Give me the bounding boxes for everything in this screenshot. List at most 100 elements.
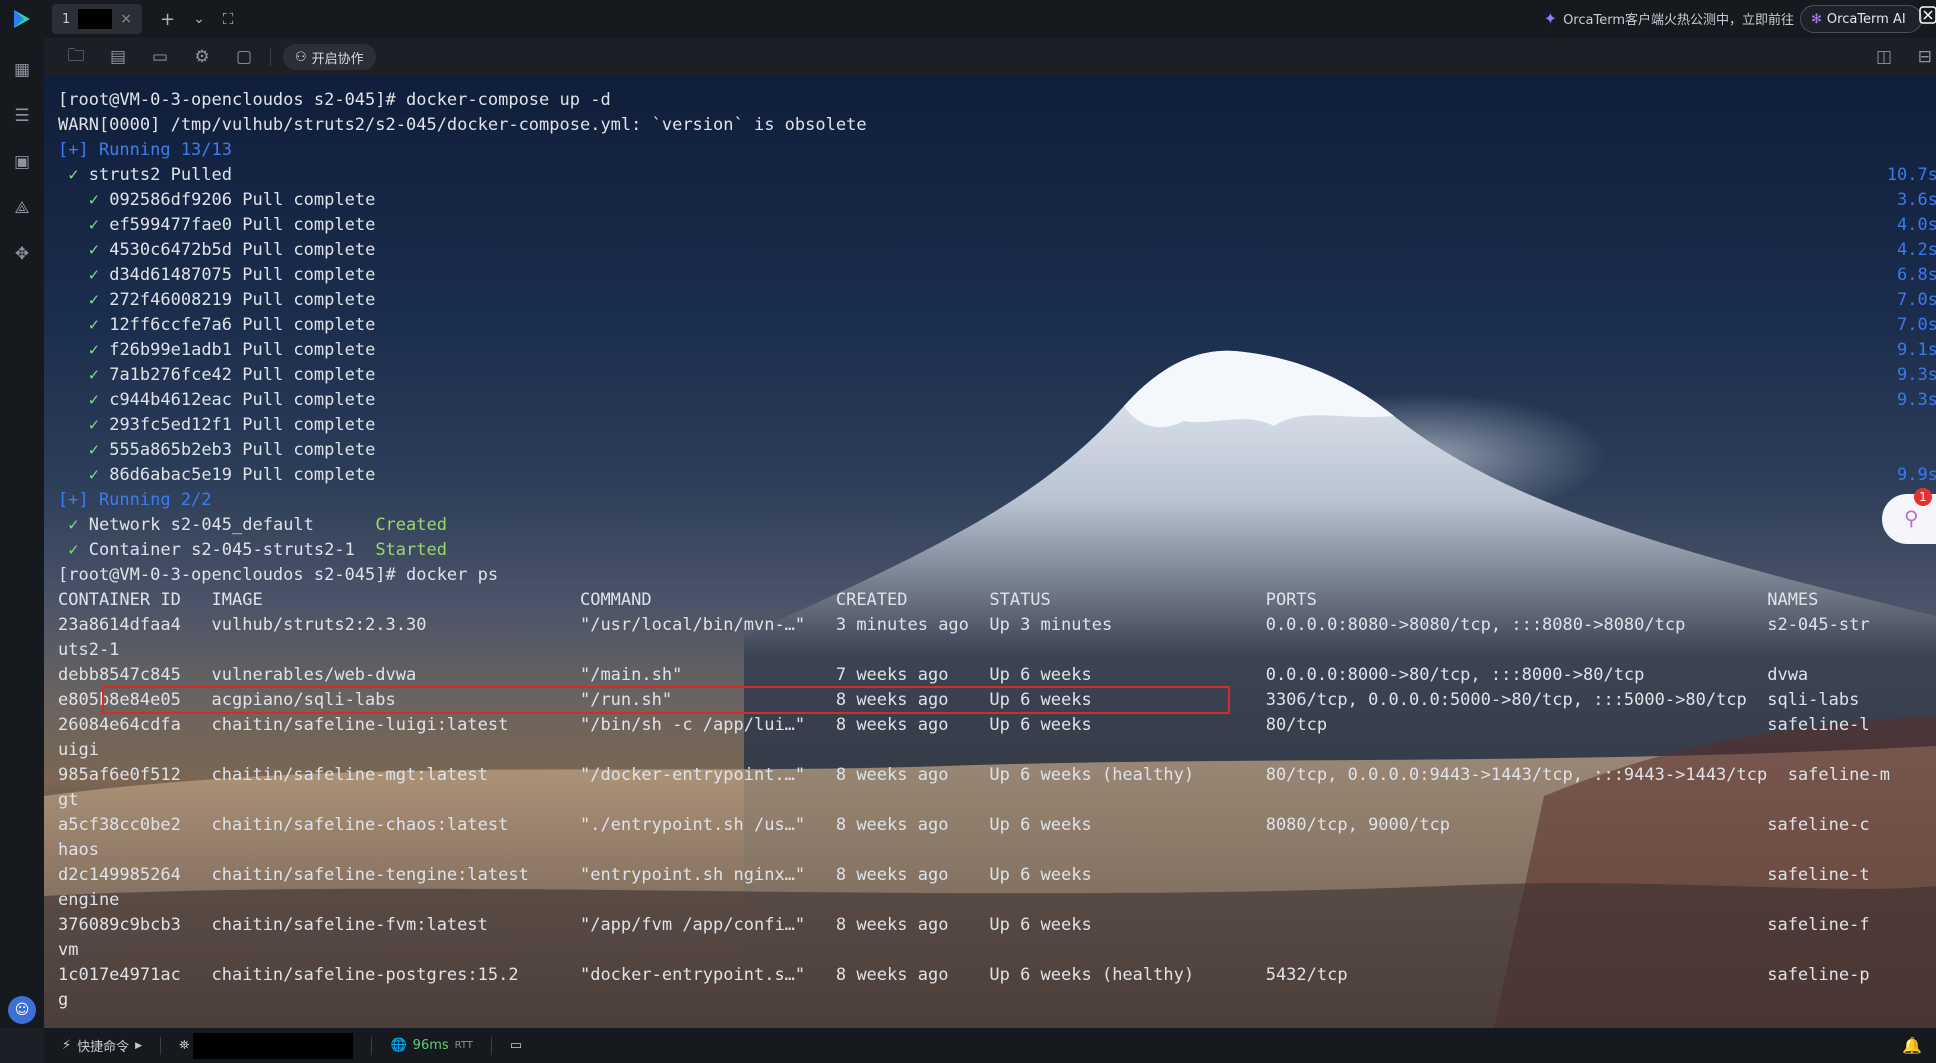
terminal-line-text: a5cf38cc0be2 chaitin/safeline-chaos:late… <box>58 815 1870 835</box>
bell-icon[interactable]: 🔔 <box>1902 1036 1922 1055</box>
elapsed-time: 7.0s <box>1897 290 1936 310</box>
terminal-line: ✓ c944b4612eac Pull complete 9.3s <box>58 388 1936 413</box>
screenshot-close-icon[interactable] <box>1918 5 1936 25</box>
chevron-down-icon[interactable]: ⌄ <box>193 11 205 27</box>
terminal-line: 376089c9bcb3 chaitin/safeline-fvm:latest… <box>58 913 1936 938</box>
terminal-line: uts2-1 <box>58 638 1936 663</box>
terminal-line-text: ✓ 555a865b2eb3 Pull complete <box>88 440 376 460</box>
terminal-line-text: ✓ 4530c6472b5d Pull complete <box>88 240 376 260</box>
terminal-line: engine <box>58 888 1936 913</box>
terminal-line-text: ✓ ef599477fae0 Pull complete <box>88 215 376 235</box>
session-tab[interactable]: 1 × <box>52 4 142 34</box>
terminal-line: ✓ 555a865b2eb3 Pull complete <box>58 438 1936 463</box>
network-icon[interactable]: ⟁ <box>11 198 33 220</box>
split-horizontal-icon[interactable]: ⊟ <box>1918 47 1932 67</box>
monitor-icon[interactable]: ▣ <box>11 152 33 174</box>
title-bar: 1 × + ⌄ ⛶ ✦ OrcaTerm客户端火热公测中，立即前往 ✻ Orca… <box>0 0 1936 38</box>
terminal-line: g <box>58 988 1936 1013</box>
latency-value: 96ms <box>412 1038 449 1053</box>
toolbar-divider <box>270 48 271 66</box>
tab-number: 1 <box>62 11 71 27</box>
tab-close-icon[interactable]: × <box>120 11 132 27</box>
promo-text: OrcaTerm客户端火热公测中，立即前往 <box>1563 13 1794 28</box>
terminal-line: ✓ Network s2-045_default Created0.1s <box>58 513 1936 538</box>
terminal-line: gt <box>58 788 1936 813</box>
ai-sparkle-icon: ✻ <box>1811 11 1822 27</box>
file-manager-icon[interactable]: ☰ <box>11 106 33 128</box>
terminal-line: debb8547c845 vulnerables/web-dvwa "/main… <box>58 663 1936 688</box>
elapsed-time: 3.6s <box>1897 190 1936 210</box>
terminal-pane[interactable]: [root@VM-0-3-opencloudos s2-045]# docker… <box>44 76 1936 1028</box>
terminal-line-text: [root@VM-0-3-opencloudos s2-045]# docker… <box>58 90 611 110</box>
terminal-line: vm <box>58 938 1936 963</box>
terminal-line: 1c017e4971ac chaitin/safeline-postgres:1… <box>58 963 1936 988</box>
terminal-line: [+] Running 13/13 <box>58 138 1936 163</box>
check-icon: ✓ <box>68 515 79 535</box>
terminal-line: [root@VM-0-3-opencloudos s2-045]# docker… <box>58 563 1936 588</box>
terminal-line: ✓ struts2 Pulled 10.7s <box>58 163 1936 188</box>
check-icon: ✓ <box>88 340 99 360</box>
globe-icon: 🌐 <box>390 1038 407 1053</box>
screen-icon[interactable]: ▭ <box>510 1038 522 1053</box>
terminal-line-text: [+] Running 13/13 <box>58 140 232 160</box>
elapsed-time: 9.9s <box>1897 465 1936 485</box>
elapsed-time: 9.3s <box>1897 390 1936 410</box>
lightning-icon: ⚡ <box>62 1038 72 1053</box>
split-vertical-icon[interactable]: ◫ <box>1876 47 1892 67</box>
quick-commands-button[interactable]: ⚡ 快捷命令 ▶ <box>62 1036 142 1055</box>
settings-cog-icon[interactable]: ⚙ <box>192 47 212 67</box>
terminal-line: a5cf38cc0be2 chaitin/safeline-chaos:late… <box>58 813 1936 838</box>
fullscreen-icon[interactable]: ⛶ <box>223 10 234 28</box>
terminal-line: [root@VM-0-3-opencloudos s2-045]# docker… <box>58 88 1936 113</box>
check-icon: ✓ <box>88 240 99 260</box>
quick-commands-label: 快捷命令 <box>77 1040 130 1055</box>
plugin-icon[interactable]: ✥ <box>11 244 33 266</box>
check-icon: ✓ <box>88 190 99 210</box>
check-icon: ✓ <box>88 440 99 460</box>
floating-assistant-button[interactable]: ⚲ 1 <box>1882 488 1936 544</box>
terminal-line-text: ✓ 86d6abac5e19 Pull complete <box>88 465 376 485</box>
terminal-line: ✓ 4530c6472b5d Pull complete 4.2s <box>58 238 1936 263</box>
terminal-line: ✓ Container s2-045-struts2-1 Started <box>58 538 1936 563</box>
terminal-line-text: ✓ 7a1b276fce42 Pull complete <box>88 365 376 385</box>
check-icon: ✓ <box>68 165 79 185</box>
tab-title-redacted <box>78 9 113 29</box>
user-plus-icon: ⚇ <box>295 49 307 65</box>
terminal-window-icon[interactable]: ▭ <box>150 47 170 67</box>
terminal-line-text: ✓ 092586df9206 Pull complete <box>88 190 376 210</box>
check-icon: ✓ <box>88 315 99 335</box>
user-avatar[interactable]: ☺ <box>8 996 36 1024</box>
add-tab-button[interactable]: + <box>160 9 175 30</box>
terminal-line: ✓ 7a1b276fce42 Pull complete 9.3s <box>58 363 1936 388</box>
status-divider <box>371 1036 373 1055</box>
terminal-line: ✓ 272f46008219 Pull complete 7.0s <box>58 288 1936 313</box>
terminal-line-text: 985af6e0f512 chaitin/safeline-mgt:latest… <box>58 765 1891 785</box>
terminal-line-text: g <box>58 990 69 1010</box>
elapsed-time: 7.0s <box>1897 315 1936 335</box>
terminal-line: ✓ 092586df9206 Pull complete 3.6s <box>58 188 1936 213</box>
elapsed-time: 9.1s <box>1897 340 1936 360</box>
elapsed-time: 4.2s <box>1897 240 1936 260</box>
open-folder-icon[interactable]: 🗀 <box>66 43 86 72</box>
terminal-line: WARN[0000] /tmp/vulhub/struts2/s2-045/do… <box>58 113 1936 138</box>
terminal-line-text: engine <box>58 890 120 910</box>
file-transfer-icon[interactable]: ▤ <box>108 47 128 67</box>
notification-count-badge: 1 <box>1914 488 1932 506</box>
terminal-line: d2c149985264 chaitin/safeline-tengine:la… <box>58 863 1936 888</box>
rtt-label: RTT <box>454 1040 473 1051</box>
terminal-line: 23a8614dfaa4 vulhub/struts2:2.3.30 "/usr… <box>58 613 1936 638</box>
orcaterm-ai-button[interactable]: ✻ OrcaTerm AI <box>1800 5 1922 33</box>
terminal-toolbar: 🗀 ▤ ▭ ⚙ ▢ ⚇ 开启协作 ◫ ⊟ <box>44 38 1936 76</box>
terminal-line-text: vm <box>58 940 79 960</box>
terminal-line: ✓ d34d61487075 Pull complete 6.8s <box>58 263 1936 288</box>
check-icon: ✓ <box>88 290 99 310</box>
client-promo-link[interactable]: ✦ OrcaTerm客户端火热公测中，立即前往 <box>1544 9 1794 28</box>
collaboration-button[interactable]: ⚇ 开启协作 <box>283 44 376 70</box>
dashboard-icon[interactable]: ▦ <box>11 60 33 82</box>
terminal-line: ✓ f26b99e1adb1 Pull complete 9.1s <box>58 338 1936 363</box>
terminal-output: [root@VM-0-3-opencloudos s2-045]# docker… <box>58 88 1936 1013</box>
terminal-line-text: 26084e64cdfa chaitin/safeline-luigi:late… <box>58 715 1870 735</box>
network-latency: 🌐 96ms RTT <box>390 1038 472 1053</box>
clipboard-icon[interactable]: ▢ <box>234 47 254 67</box>
status-bar: ⚡ 快捷命令 ▶ ⛯ 🌐 96ms RTT ▭ 🔔 <box>44 1028 1936 1063</box>
